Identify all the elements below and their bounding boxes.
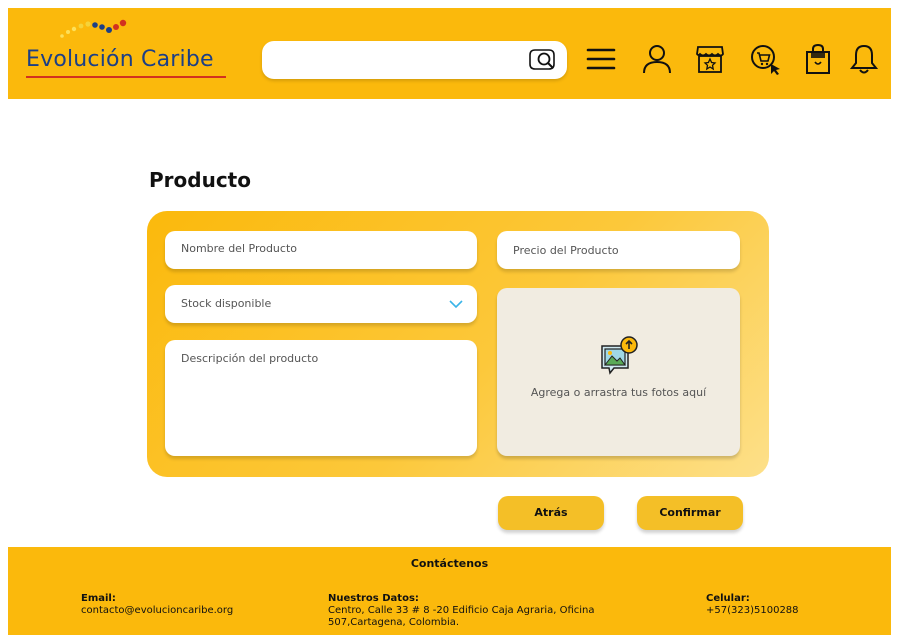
page-title: Producto bbox=[149, 168, 251, 192]
brand-name: Evolución Caribe bbox=[26, 47, 214, 72]
brand-logo[interactable]: Evolución Caribe bbox=[26, 14, 236, 84]
product-name-field[interactable]: Nombre del Producto bbox=[165, 231, 477, 269]
photo-dropzone[interactable]: Agrega o arrastra tus fotos aquí bbox=[497, 288, 740, 456]
bell-icon[interactable] bbox=[847, 42, 881, 76]
footer: Contáctenos Email: contacto@evolucioncar… bbox=[8, 547, 891, 635]
search-input[interactable] bbox=[274, 47, 514, 73]
footer-email: Email: contacto@evolucioncaribe.org bbox=[81, 593, 233, 617]
footer-phone: Celular: +57(323)5100288 bbox=[706, 593, 799, 617]
stock-select[interactable]: Stock disponible bbox=[165, 285, 477, 323]
product-description-placeholder: Descripción del producto bbox=[181, 352, 319, 365]
footer-phone-value[interactable]: +57(323)5100288 bbox=[706, 605, 799, 616]
footer-title: Contáctenos bbox=[410, 557, 489, 570]
product-name-placeholder: Nombre del Producto bbox=[181, 242, 297, 255]
page: Evolución Caribe Producto Nombre del Pro… bbox=[8, 8, 891, 635]
logo-dots-icon bbox=[60, 19, 127, 38]
search-icon[interactable] bbox=[525, 47, 559, 73]
back-button[interactable]: Atrás bbox=[498, 496, 604, 530]
footer-phone-label: Celular: bbox=[706, 593, 750, 604]
product-price-placeholder: Precio del Producto bbox=[513, 244, 619, 257]
confirm-button[interactable]: Confirmar bbox=[637, 496, 743, 530]
header: Evolución Caribe bbox=[8, 8, 891, 99]
user-icon[interactable] bbox=[640, 42, 674, 76]
store-icon[interactable] bbox=[693, 42, 727, 76]
shopping-bag-icon[interactable] bbox=[801, 42, 835, 76]
footer-address-label: Nuestros Datos: bbox=[328, 593, 419, 604]
image-upload-icon bbox=[601, 336, 638, 375]
product-price-field[interactable]: Precio del Producto bbox=[497, 231, 740, 269]
stock-placeholder: Stock disponible bbox=[181, 297, 272, 310]
footer-address-value: Centro, Calle 33 # 8 -20 Edificio Caja A… bbox=[328, 605, 595, 628]
footer-address: Nuestros Datos: Centro, Calle 33 # 8 -20… bbox=[328, 593, 618, 629]
menu-icon[interactable] bbox=[584, 42, 618, 76]
search-bar bbox=[262, 41, 567, 79]
product-description-field[interactable]: Descripción del producto bbox=[165, 340, 477, 456]
dropzone-text: Agrega o arrastra tus fotos aquí bbox=[530, 386, 707, 399]
chevron-down-icon bbox=[449, 300, 463, 309]
footer-email-label: Email: bbox=[81, 593, 116, 604]
footer-email-value[interactable]: contacto@evolucioncaribe.org bbox=[81, 605, 233, 616]
brand-underline bbox=[26, 76, 226, 78]
product-form-panel: Nombre del Producto Precio del Producto … bbox=[147, 211, 769, 477]
cart-icon[interactable] bbox=[748, 42, 782, 76]
